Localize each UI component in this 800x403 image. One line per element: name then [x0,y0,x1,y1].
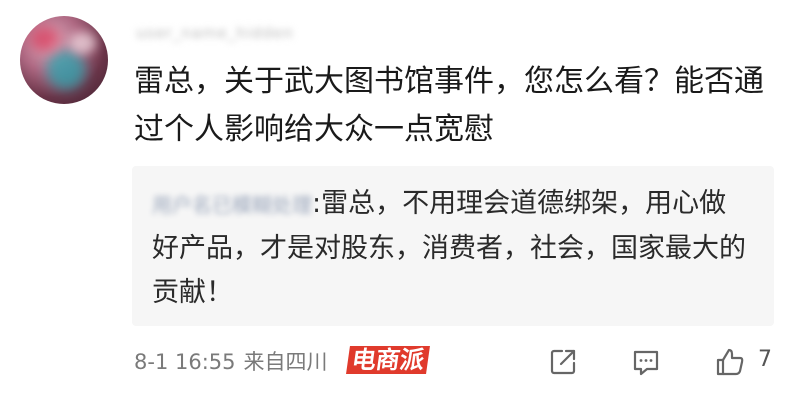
comment-text: 雷总，关于武大图书馆事件，您怎么看？能否通过个人影响给大众一点宽慰 [134,64,764,147]
avatar[interactable] [20,16,108,104]
reply-username[interactable]: 用户名已模糊处理 [152,183,312,227]
avatar-blur-2 [30,26,60,52]
reply-separator: : [312,188,322,219]
location: 来自四川 [243,350,328,374]
reply-box[interactable]: 用户名已模糊处理:雷总，不用理会道德绑架，用心做好产品，才是对股东，消费者，社会… [132,166,774,326]
avatar-blur-3 [70,32,96,54]
thumbs-up-icon[interactable] [712,344,748,380]
comment-icon[interactable] [628,344,664,380]
watermark: 电商派 [346,346,430,374]
reply-content: 用户名已模糊处理:雷总，不用理会道德绑架，用心做好产品，才是对股东，消费者，社会… [152,182,752,315]
avatar-blur-1 [46,50,86,90]
share-icon[interactable] [545,344,581,380]
timestamp: 8-1 16:55 [134,350,236,374]
comment-meta: 8-1 16:55 来自四川 [134,346,328,376]
comment-username[interactable]: user_name_hidden [136,24,316,42]
like-count: 7 [758,347,772,372]
